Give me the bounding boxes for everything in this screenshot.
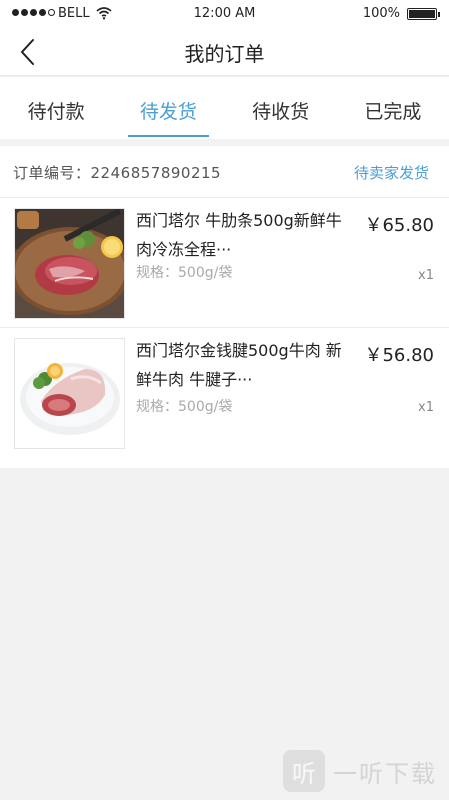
item-price: ￥65.80 xyxy=(364,215,434,236)
order-status: 待卖家发货 xyxy=(353,164,429,182)
beef-shank-on-plate-image xyxy=(14,338,125,449)
item-quantity: x1 xyxy=(418,400,434,415)
item-quantity: x1 xyxy=(418,268,434,283)
order-number: 订单编号：2246857890215 xyxy=(13,162,221,183)
watermark-text: 一听下载 xyxy=(333,759,437,788)
order-card[interactable]: 订单编号：2246857890215 待卖家发货 西门塔尔 牛肋条500g新鲜牛… xyxy=(0,146,449,468)
order-item[interactable]: 西门塔尔 牛肋条500g新鲜牛肉冷冻全程··· 规格：500g/袋 ￥65.80… xyxy=(0,198,449,328)
beef-steak-on-board-image xyxy=(14,208,125,319)
item-spec: 规格：500g/袋 xyxy=(136,265,233,281)
item-price: ￥56.80 xyxy=(364,345,434,366)
order-number-label: 订单编号： xyxy=(13,164,91,182)
order-tabs: 待付款 待发货 待收货 已完成 xyxy=(0,77,449,139)
battery-percent: 100% xyxy=(362,6,400,21)
status-bar: BELL 12:00 AM 100% xyxy=(0,0,449,28)
watermark: 听 一听下载 xyxy=(283,748,443,794)
order-item[interactable]: 西门塔尔金钱腱500g牛肉 新鲜牛肉 牛腱子··· 规格：500g/袋 ￥56.… xyxy=(0,328,449,458)
chevron-left-icon xyxy=(20,39,34,65)
tab-pending-payment[interactable]: 待付款 xyxy=(0,77,112,139)
watermark-logo: 听 xyxy=(283,750,325,792)
page-title: 我的订单 xyxy=(184,42,265,66)
order-number-value: 2246857890215 xyxy=(90,164,222,182)
tab-completed[interactable]: 已完成 xyxy=(337,77,449,139)
tab-pending-shipment[interactable]: 待发货 xyxy=(112,77,224,139)
item-title: 西门塔尔 牛肋条500g新鲜牛肉冷冻全程··· xyxy=(136,211,342,259)
battery-icon xyxy=(407,8,440,20)
tab-pending-receipt[interactable]: 待收货 xyxy=(225,77,337,139)
back-button[interactable] xyxy=(14,36,44,68)
order-header: 订单编号：2246857890215 待卖家发货 xyxy=(0,146,449,198)
nav-bar: 我的订单 xyxy=(0,28,449,76)
item-spec: 规格：500g/袋 xyxy=(136,399,233,415)
item-title: 西门塔尔金钱腱500g牛肉 新鲜牛肉 牛腱子··· xyxy=(136,341,342,389)
divider xyxy=(0,139,449,146)
